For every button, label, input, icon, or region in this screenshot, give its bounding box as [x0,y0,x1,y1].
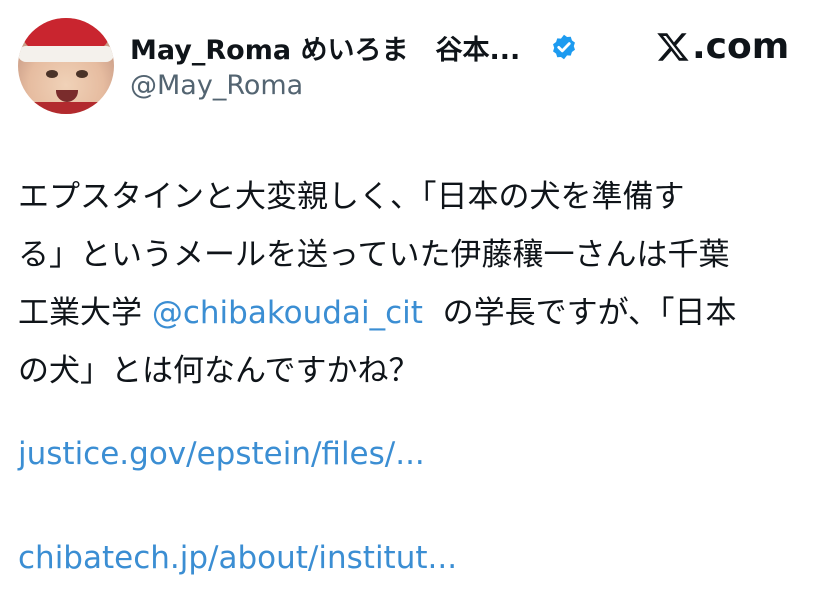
tweet-text: エプスタインと大変親しく、「日本の犬を準備す る」というメールを送っていた伊藤穰… [18,168,808,400]
tweet-text-segment: の学長ですが、「日本 [422,295,737,331]
tweet-line: エプスタインと大変親しく、「日本の犬を準備す [18,179,685,215]
tweet-line: る」というメールを送っていた伊藤穰一さんは千葉 [18,237,730,273]
avatar-shirt [18,102,114,114]
author-display-name[interactable]: May_Roma めいろま 谷本... [130,28,520,67]
avatar-eye-right [76,70,88,78]
mention-link[interactable]: @chibakoudai_cit [152,295,423,331]
avatar-eye-left [46,70,58,78]
avatar-mouth [56,90,78,102]
verified-badge-icon [553,34,575,60]
brand-label: .com [692,26,790,67]
tweet-text-segment: 工業大学 [18,295,152,331]
author-handle[interactable]: @May_Roma [130,70,303,101]
x-logo-icon [657,32,689,61]
brand-logo: .com [656,26,789,67]
avatar-hat-band [18,46,114,62]
tweet-line: 工業大学 @chibakoudai_cit の学長ですが、「日本 [18,284,808,342]
chibatech-link[interactable]: chibatech.jp/about/institut... [18,540,457,576]
avatar[interactable] [18,18,114,114]
tweet-line: の犬」とは何なんですかね？ [18,353,420,389]
justice-gov-link[interactable]: justice.gov/epstein/files/... [18,436,425,472]
